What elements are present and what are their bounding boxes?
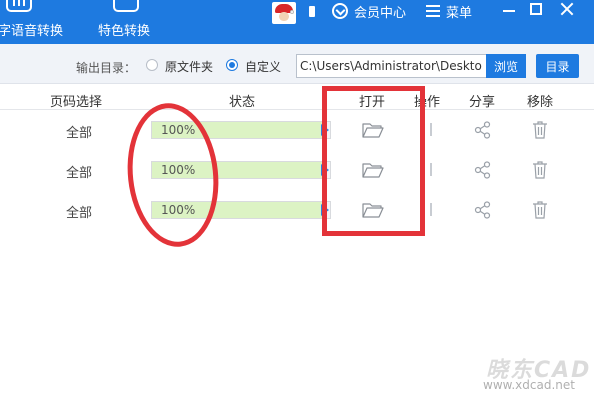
minimize-icon[interactable] [503, 10, 515, 12]
radio-original-folder[interactable] [146, 59, 158, 71]
radio-custom-label[interactable]: 自定义 [245, 58, 281, 75]
header-remove: 移除 [527, 95, 554, 110]
output-directory-row: 输出目录： 原文件夹 自定义 浏览 目录 [0, 44, 594, 84]
top-toolbar: 字语音转换 特色转换 会员中心 菜单 [0, 0, 594, 44]
radio-custom[interactable] [226, 59, 238, 71]
convert-icon [113, 0, 139, 12]
table-row: 全部 100% [0, 110, 594, 150]
menu-icon[interactable] [426, 5, 440, 7]
tool-speech-convert[interactable]: 字语音转换 [0, 0, 70, 44]
operate-control[interactable] [430, 203, 432, 216]
audio-bars-icon [6, 0, 32, 12]
header-pages: 页码选择 [50, 95, 103, 110]
annotation-rectangle [322, 86, 425, 236]
vip-center-link[interactable]: 会员中心 [354, 2, 406, 21]
user-avatar[interactable] [272, 2, 296, 24]
trash-icon[interactable] [532, 160, 548, 179]
share-icon[interactable] [474, 201, 492, 219]
vip-icon[interactable] [332, 3, 348, 19]
row-pages[interactable]: 全部 [66, 162, 92, 181]
table-row: 全部 100% [0, 150, 594, 190]
vip-flag-icon [309, 6, 315, 17]
share-icon[interactable] [474, 161, 492, 179]
maximize-icon[interactable] [530, 3, 542, 15]
header-share: 分享 [469, 95, 496, 110]
operate-control[interactable] [430, 163, 432, 176]
row-pages[interactable]: 全部 [66, 202, 92, 221]
watermark-url: www.xdcad.net [483, 378, 575, 392]
close-icon[interactable] [559, 1, 575, 17]
menu-button[interactable]: 菜单 [446, 2, 472, 21]
trash-icon[interactable] [532, 120, 548, 139]
radio-original-folder-label[interactable]: 原文件夹 [165, 58, 213, 75]
table-row: 全部 100% [0, 190, 594, 230]
tool-speech-convert-label: 字语音转换 [0, 24, 64, 39]
operate-control[interactable] [430, 123, 432, 136]
header-status: 状态 [229, 95, 256, 110]
tool-special-convert-label: 特色转换 [98, 24, 151, 39]
output-path-input[interactable] [296, 54, 488, 78]
table-header: 页码选择 状态 打开 操作 分享 移除 [0, 86, 594, 110]
tool-special-convert[interactable]: 特色转换 [96, 0, 158, 44]
trash-icon[interactable] [532, 200, 548, 219]
directory-button[interactable]: 目录 [536, 54, 579, 78]
output-directory-label: 输出目录： [76, 61, 137, 75]
share-icon[interactable] [474, 121, 492, 139]
row-pages[interactable]: 全部 [66, 122, 92, 141]
browse-button[interactable]: 浏览 [486, 54, 526, 78]
